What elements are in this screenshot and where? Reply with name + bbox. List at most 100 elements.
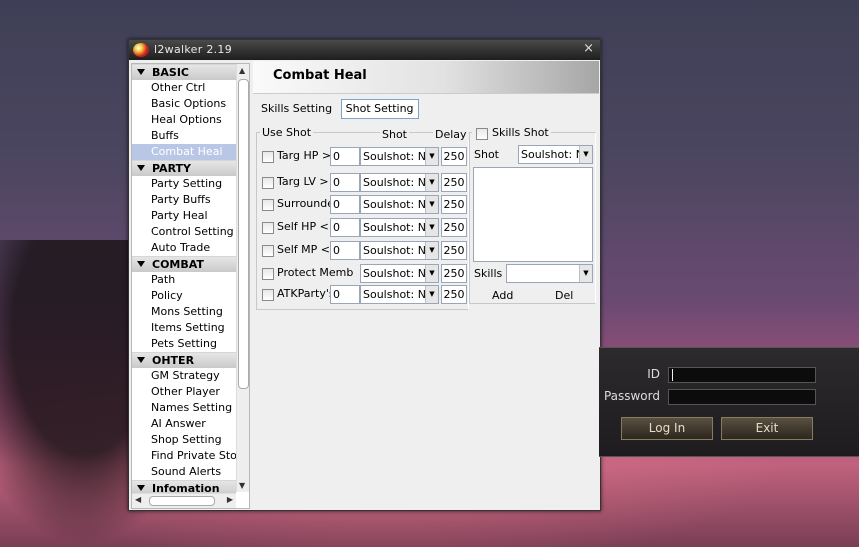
targ-hp-value-input[interactable]: 0 [330,147,360,166]
dropdown-arrow-icon[interactable]: ▼ [579,265,592,282]
select-value: Soulshot: No [363,221,425,234]
sidebar-item-other-ctrl[interactable]: Other Ctrl [132,80,236,96]
sidebar-category-party[interactable]: PARTY [132,160,236,176]
sidebar-item-ai-answer[interactable]: AI Answer [132,416,236,432]
sidebar-horizontal-scrollbar[interactable]: ◀ ▶ [132,493,236,508]
sidebar-item-basic-options[interactable]: Basic Options [132,96,236,112]
dropdown-arrow-icon[interactable]: ▼ [579,146,592,163]
row-label: Self MP < [277,243,331,256]
self-mp-shot-select[interactable]: Soulshot: No▼ [360,241,439,260]
self-hp-checkbox[interactable] [262,222,274,234]
surrounded-delay-input[interactable]: 250 [441,195,467,214]
row-label: Surrounde [277,197,331,210]
sidebar-item-pets-setting[interactable]: Pets Setting [132,336,236,352]
atk-party-value-input[interactable]: 0 [330,285,360,304]
select-value: Soulshot: No [363,176,425,189]
atk-party-shot-select[interactable]: Soulshot: No▼ [360,285,439,304]
sidebar-item-other-player[interactable]: Other Player [132,384,236,400]
scroll-down-arrow-icon[interactable]: ▼ [239,481,245,490]
sidebar-item-control-setting[interactable]: Control Setting [132,224,236,240]
sidebar-item-shop-setting[interactable]: Shop Setting [132,432,236,448]
log-in-button[interactable]: Log In [621,417,713,440]
select-value: Soulshot: No [363,244,425,257]
scroll-up-arrow-icon[interactable]: ▲ [239,66,245,75]
text-caret [672,369,673,381]
targ-lv-value-input[interactable]: 0 [330,173,360,192]
tab-skills-setting[interactable]: Skills Setting [258,100,335,118]
sidebar-item-names-setting[interactable]: Names Setting [132,400,236,416]
exit-button[interactable]: Exit [721,417,813,440]
sidebar-category-basic[interactable]: BASIC [132,64,236,80]
targ-lv-delay-input[interactable]: 250 [441,173,467,192]
skills-select[interactable]: ▼ [506,264,593,283]
targ-hp-delay-input[interactable]: 250 [441,147,467,166]
sidebar-item-heal-options[interactable]: Heal Options [132,112,236,128]
add-skill-button[interactable]: Add [492,289,513,302]
id-input[interactable] [668,367,816,383]
sidebar-list: BASIC Other Ctrl Basic Options Heal Opti… [132,64,236,496]
targ-hp-checkbox[interactable] [262,151,274,163]
title-bar[interactable]: l2walker 2.19 × [129,40,600,60]
dropdown-arrow-icon[interactable]: ▼ [425,196,438,213]
self-mp-delay-input[interactable]: 250 [441,241,467,260]
sidebar-item-auto-trade[interactable]: Auto Trade [132,240,236,256]
surrounded-shot-select[interactable]: Soulshot: No▼ [360,195,439,214]
scroll-left-arrow-icon[interactable]: ◀ [135,495,141,504]
sidebar-item-gm-strategy[interactable]: GM Strategy [132,368,236,384]
sidebar-item-combat-heal[interactable]: Combat Heal [132,144,236,160]
dropdown-arrow-icon[interactable]: ▼ [425,148,438,165]
self-hp-value-input[interactable]: 0 [330,218,360,237]
self-hp-shot-select[interactable]: Soulshot: No▼ [360,218,439,237]
self-hp-delay-input[interactable]: 250 [441,218,467,237]
shot-row-surrounded: Surrounde 0 Soulshot: No▼ 250 [257,195,468,215]
sidebar-item-party-heal[interactable]: Party Heal [132,208,236,224]
close-button[interactable]: × [583,41,594,56]
dropdown-arrow-icon[interactable]: ▼ [425,265,438,282]
targ-lv-shot-select[interactable]: Soulshot: No▼ [360,173,439,192]
sidebar-item-policy[interactable]: Policy [132,288,236,304]
sidebar-item-mons-setting[interactable]: Mons Setting [132,304,236,320]
scroll-thumb[interactable] [149,496,215,506]
self-mp-value-input[interactable]: 0 [330,241,360,260]
dropdown-arrow-icon[interactable]: ▼ [425,174,438,191]
sidebar-item-buffs[interactable]: Buffs [132,128,236,144]
sidebar-item-party-setting[interactable]: Party Setting [132,176,236,192]
sidebar-category-combat[interactable]: COMBAT [132,256,236,272]
shot-row-self-mp: Self MP < 0 Soulshot: No▼ 250 [257,241,468,261]
targ-hp-shot-select[interactable]: Soulshot: No▼ [360,147,439,166]
row-label: Targ LV > [277,175,329,188]
password-input[interactable] [668,389,816,405]
skills-shot-checkbox[interactable] [476,128,488,140]
atk-party-delay-input[interactable]: 250 [441,285,467,304]
targ-lv-checkbox[interactable] [262,177,274,189]
skills-shot-shot-select[interactable]: Soulshot: No▼ [518,145,593,164]
skills-shot-group: Skills Shot Shot Soulshot: No▼ Skills ▼ … [469,126,596,304]
dropdown-arrow-icon[interactable]: ▼ [425,219,438,236]
del-skill-button[interactable]: Del [555,289,573,302]
atk-party-checkbox[interactable] [262,289,274,301]
sidebar-item-path[interactable]: Path [132,272,236,288]
sidebar-item-find-private-store[interactable]: Find Private Store [132,448,236,464]
scroll-thumb[interactable] [238,79,249,389]
surrounded-checkbox[interactable] [262,199,274,211]
surrounded-value-input[interactable]: 0 [330,195,360,214]
scroll-right-arrow-icon[interactable]: ▶ [227,495,233,504]
use-shot-group-label: Use Shot [260,126,314,139]
dropdown-arrow-icon[interactable]: ▼ [425,242,438,259]
protect-member-shot-select[interactable]: Soulshot: No▼ [360,264,439,283]
protect-member-checkbox[interactable] [262,268,274,280]
sidebar-item-party-buffs[interactable]: Party Buffs [132,192,236,208]
password-label: Password [603,389,660,403]
use-shot-group: Use Shot Shot Delay Targ HP > 0 Soulshot… [256,126,469,310]
sidebar-vertical-scrollbar[interactable]: ▲ ▼ [236,64,249,492]
sidebar-item-sound-alerts[interactable]: Sound Alerts [132,464,236,480]
sidebar-item-items-setting[interactable]: Items Setting [132,320,236,336]
app-logo-icon [133,43,149,57]
self-mp-checkbox[interactable] [262,245,274,257]
row-label: Protect Memb [277,266,354,279]
dropdown-arrow-icon[interactable]: ▼ [425,286,438,303]
protect-member-delay-input[interactable]: 250 [441,264,467,283]
tab-shot-setting[interactable]: Shot Setting [340,99,419,119]
sidebar-category-ohter[interactable]: OHTER [132,352,236,368]
skills-shot-list[interactable] [473,167,593,262]
